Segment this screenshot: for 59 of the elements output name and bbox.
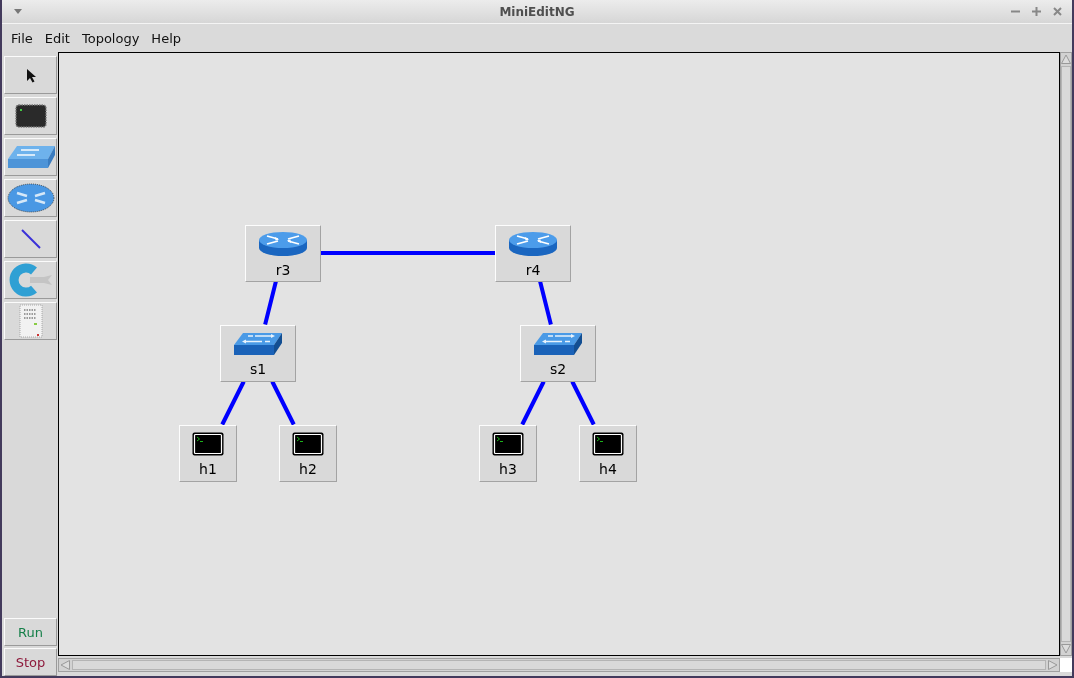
link-line xyxy=(220,380,246,426)
node-label: h3 xyxy=(499,460,517,477)
scrollbar-thumb[interactable] xyxy=(1061,66,1071,642)
tool-button[interactable] xyxy=(4,56,57,94)
pointer-icon xyxy=(25,67,36,83)
menu-item[interactable]: File xyxy=(5,28,39,48)
router-node[interactable]: r3 xyxy=(245,224,321,282)
server-icon xyxy=(18,304,43,338)
terminal-icon xyxy=(592,431,624,456)
node-label: h2 xyxy=(299,460,317,477)
window-title: MiniEditNG xyxy=(499,4,575,19)
run-button[interactable]: Run xyxy=(4,618,57,646)
controller-icon xyxy=(7,263,54,297)
tool-button[interactable] xyxy=(4,220,57,258)
router-icon xyxy=(6,183,55,213)
scrollbar-thumb[interactable] xyxy=(72,660,1046,670)
node-label: h1 xyxy=(199,460,217,477)
link-line xyxy=(570,380,596,426)
scroll-down-arrow-icon[interactable] xyxy=(1061,644,1071,654)
link-line xyxy=(270,380,296,426)
host-node[interactable]: h4 xyxy=(579,424,637,482)
switch-icon xyxy=(233,331,283,356)
horizontal-scrollbar[interactable] xyxy=(58,658,1060,672)
maximize-icon[interactable] xyxy=(1032,7,1041,16)
switch-icon xyxy=(533,331,583,356)
router-icon xyxy=(508,230,558,257)
terminal-icon xyxy=(192,431,224,456)
host-node[interactable]: h3 xyxy=(479,424,537,482)
router-icon xyxy=(258,230,308,257)
node-label: s2 xyxy=(549,360,567,377)
menu-item[interactable]: Edit xyxy=(38,28,76,48)
switch-node[interactable]: s1 xyxy=(220,324,296,382)
terminal-icon xyxy=(492,431,524,456)
vertical-scrollbar[interactable] xyxy=(1060,52,1072,656)
node-label: h4 xyxy=(599,460,617,477)
node-label: r4 xyxy=(525,261,541,278)
tool-button[interactable] xyxy=(4,97,57,135)
window-menu-icon[interactable] xyxy=(14,9,22,14)
scroll-up-arrow-icon[interactable] xyxy=(1061,54,1071,64)
host-node[interactable]: h2 xyxy=(279,424,337,482)
scroll-left-arrow-icon[interactable] xyxy=(60,660,70,670)
host-node[interactable]: h1 xyxy=(179,424,237,482)
menu-item[interactable]: Topology xyxy=(75,28,146,48)
node-label: r3 xyxy=(275,261,291,278)
router-node[interactable]: r4 xyxy=(495,224,571,282)
terminal-icon xyxy=(292,431,324,456)
node-label: s1 xyxy=(249,360,267,377)
menu-item[interactable]: Help xyxy=(145,28,187,48)
stop-button[interactable]: Stop xyxy=(4,648,57,676)
link-line xyxy=(538,281,553,325)
switch-node[interactable]: s2 xyxy=(520,324,596,382)
close-icon[interactable] xyxy=(1053,7,1062,16)
link-line xyxy=(520,380,546,426)
link-line xyxy=(263,281,278,325)
host-icon xyxy=(14,104,47,128)
scrollbar-corner xyxy=(1060,658,1072,672)
link-icon xyxy=(20,229,41,249)
switch-icon xyxy=(6,145,55,169)
scroll-right-arrow-icon[interactable] xyxy=(1048,660,1058,670)
